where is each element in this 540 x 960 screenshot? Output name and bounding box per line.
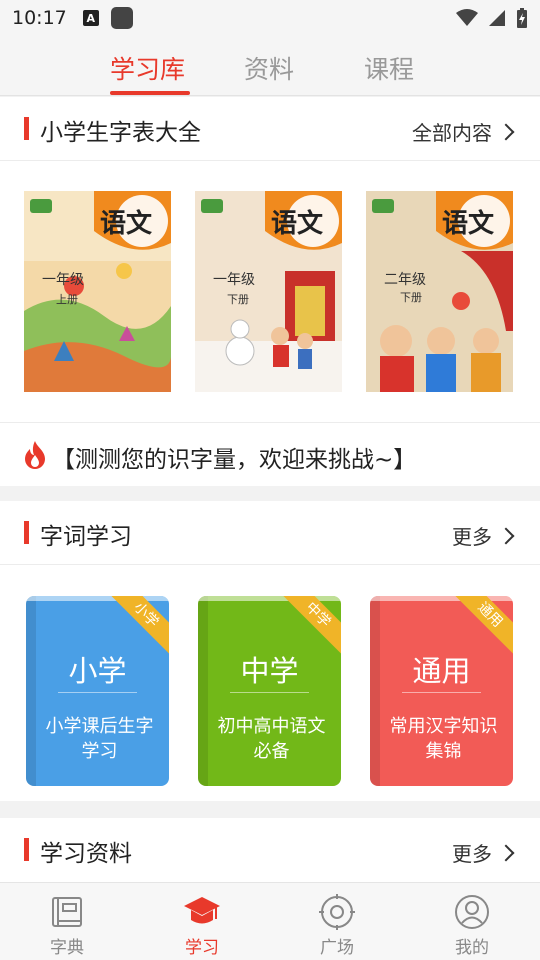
literacy-challenge-row[interactable]: 【测测您的识字量，欢迎来挑战~】 (0, 422, 540, 486)
textbook-cover-1[interactable]: 语文 一年级 上册 (24, 191, 171, 392)
card-spine (198, 596, 208, 786)
book-subject-1: 语文 (100, 209, 153, 239)
chevron-right-icon (497, 844, 515, 861)
book-grade-1: 一年级 (42, 272, 84, 288)
wifi-icon (456, 9, 478, 26)
card-corner-tag: 通用 (450, 596, 513, 655)
nav-label: 我的 (455, 938, 489, 958)
study-materials-section: 学习资料 更多 (0, 818, 540, 882)
nav-label: 字典 (50, 938, 84, 958)
signal-icon (489, 10, 505, 26)
all-content-label: 全部内容 (412, 121, 492, 145)
textbook-cover-2[interactable]: 语文 一年级 下册 (195, 191, 342, 392)
bottom-navigation: 字典 学习 广场 我的 (0, 882, 540, 960)
chevron-right-icon (497, 123, 515, 140)
card-title: 小学 (68, 654, 127, 688)
flame-icon (25, 441, 45, 469)
book-icon (52, 897, 82, 927)
battery-icon (517, 8, 527, 28)
textbook-cover-3[interactable]: 语文 二年级 下册 (366, 191, 513, 392)
card-description: 初中高中语文必备 (217, 716, 326, 762)
top-tab-bar: 学习库 资料 课程 (0, 36, 540, 96)
textbook-section: 小学生字表大全 全部内容 语文 一年级 上册 语文 一年级 下册 语文 二年级 … (0, 97, 540, 422)
book-volume-1: 上册 (56, 293, 78, 306)
nav-profile[interactable]: 我的 (422, 893, 522, 958)
section-accent-bar (24, 117, 29, 140)
challenge-text: 【测测您的识字量，欢迎来挑战~】 (52, 447, 417, 473)
book-grade-2: 一年级 (213, 272, 255, 288)
card-description: 小学课后生字学习 (45, 716, 154, 762)
more-label: 更多 (452, 525, 492, 549)
study-materials-header: 学习资料 更多 (0, 818, 540, 882)
notification-icon: A (82, 10, 99, 26)
status-bar: 10:17 A (0, 0, 540, 36)
nav-label: 广场 (320, 938, 354, 958)
card-corner-tag: 小学 (106, 596, 169, 655)
textbook-section-header: 小学生字表大全 全部内容 (0, 97, 540, 161)
tab-materials[interactable]: 资料 (244, 50, 294, 86)
card-divider (402, 692, 481, 693)
nav-study[interactable]: 学习 (152, 893, 252, 958)
card-divider (58, 692, 137, 693)
card-description: 常用汉字知识集锦 (389, 716, 498, 762)
book-subject-2: 语文 (271, 209, 324, 239)
user-icon (455, 895, 489, 929)
nav-dictionary[interactable]: 字典 (17, 893, 117, 958)
card-corner-tag: 中学 (278, 596, 341, 655)
study-materials-title: 学习资料 (40, 841, 132, 867)
tab-study-library[interactable]: 学习库 (110, 50, 185, 86)
word-study-title: 字词学习 (40, 524, 132, 550)
tab-courses[interactable]: 课程 (364, 50, 414, 86)
graduation-cap-icon (184, 897, 220, 924)
target-icon (319, 894, 355, 930)
chevron-right-icon (497, 527, 515, 544)
more-label: 更多 (452, 842, 492, 866)
middle-school-card[interactable]: 中学 中学 初中高中语文必备 (198, 596, 341, 786)
card-divider (230, 692, 309, 693)
general-card[interactable]: 通用 通用 常用汉字知识集锦 (370, 596, 513, 786)
section-accent-bar (24, 838, 29, 861)
book-grade-3: 二年级 (384, 272, 426, 288)
card-spine (370, 596, 380, 786)
all-content-link[interactable]: 全部内容 (412, 117, 515, 146)
nav-plaza[interactable]: 广场 (287, 893, 387, 958)
book-volume-3: 下册 (400, 291, 422, 304)
study-materials-more-link[interactable]: 更多 (452, 838, 515, 867)
active-tab-indicator (110, 91, 190, 95)
card-spine (26, 596, 36, 786)
card-title: 中学 (240, 654, 299, 688)
primary-school-card[interactable]: 小学 小学 小学课后生字学习 (26, 596, 169, 786)
nav-label: 学习 (185, 938, 219, 958)
book-subject-3: 语文 (442, 209, 495, 239)
card-title: 通用 (412, 654, 471, 688)
book-volume-2: 下册 (227, 293, 249, 306)
section-accent-bar (24, 521, 29, 544)
status-time: 10:17 (12, 7, 67, 29)
app-notification-icon (110, 7, 133, 29)
word-study-header: 字词学习 更多 (0, 501, 540, 565)
textbook-section-title: 小学生字表大全 (40, 120, 201, 146)
word-study-more-link[interactable]: 更多 (452, 521, 515, 550)
